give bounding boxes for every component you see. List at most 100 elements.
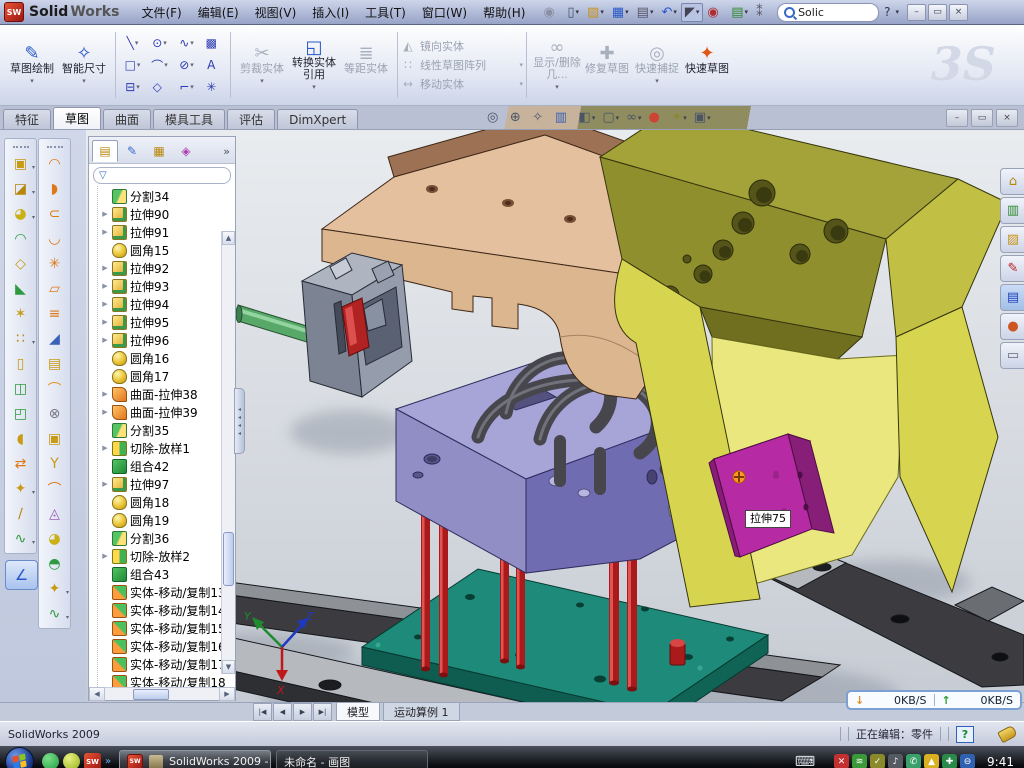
tray-sync-icon[interactable]: ⊖ — [960, 754, 975, 768]
display-style-icon[interactable]: ▢ ▾ — [602, 110, 619, 125]
tray-cert-icon[interactable]: ✓ — [870, 754, 885, 768]
panel-splitter-handle[interactable]: ◂◂◂◂ — [234, 388, 245, 454]
rib-icon[interactable]: ▯ ▾ — [5, 351, 36, 376]
new-document-icon[interactable]: ▯ ▾ — [563, 3, 583, 22]
tree-filter-box[interactable]: ▽ — [93, 167, 231, 184]
view-palette-tab[interactable]: ▤ — [1000, 284, 1024, 311]
move-body-icon[interactable]: ⇄ ▾ — [5, 451, 36, 476]
swept-surface-icon[interactable]: ◠ ▾ — [39, 151, 70, 176]
delete-face-icon[interactable]: ⊗ ▾ — [39, 401, 70, 426]
tab-nav-button[interactable]: ◀ — [273, 703, 292, 721]
offset-surface-icon[interactable]: ≡ ▾ — [39, 301, 70, 326]
doc-close-button[interactable]: × — [996, 109, 1018, 127]
save-icon[interactable]: ▦ ▾ — [608, 3, 633, 22]
tree-item[interactable]: ▶ 实体-移动/复制15 — [101, 619, 235, 637]
tree-item[interactable]: ▶ 拉伸96 — [101, 331, 235, 349]
tree-item[interactable]: ▶ 拉伸91 — [101, 223, 235, 241]
menu-item[interactable]: 视图(V) — [247, 2, 305, 23]
project-curve-icon[interactable]: ⌒ ▾ — [39, 476, 70, 501]
lofted-boss-icon[interactable]: ◇ ▾ — [5, 251, 36, 276]
smart-dimension-button[interactable]: ✧ 智能尺寸 ▾ — [58, 44, 110, 87]
snippet-icon[interactable]: ⁑ ▾ — [752, 3, 771, 22]
app-quicklaunch[interactable] — [63, 753, 80, 768]
tag-icon[interactable] — [997, 725, 1018, 744]
options-icon[interactable]: ▤ ▾ — [727, 3, 752, 22]
menu-item[interactable]: 插入(I) — [304, 2, 357, 23]
zoom-fit-icon[interactable]: ◎ ▾ — [487, 110, 503, 125]
keyboard-layout-icon[interactable]: ⌨ — [795, 754, 815, 768]
help-dropdown-icon[interactable]: ▾ — [895, 8, 899, 16]
point-icon[interactable]: ✦ ▾ — [5, 476, 36, 501]
tree-item[interactable]: ▶ 组合43 — [101, 565, 235, 583]
pin-icon[interactable]: ◉ ▾ — [539, 3, 563, 22]
tree-item[interactable]: ▶ 组合42 — [101, 457, 235, 475]
split-line-icon[interactable]: Y ▾ — [39, 451, 70, 476]
convert-entities-button[interactable]: ◱ 转换实体引用 ▾ — [288, 38, 340, 93]
extruded-boss-icon[interactable]: ▣ ▾ — [5, 151, 36, 176]
dimxpertmanager-tab[interactable]: ◈ — [173, 140, 199, 162]
tree-item[interactable]: ▶ 分割36 — [101, 529, 235, 547]
undo-icon[interactable]: ↶ ▾ — [657, 3, 680, 22]
featuremanager-tab[interactable]: ▤ — [92, 140, 118, 162]
minimize-button[interactable]: – — [907, 4, 926, 21]
panel-overflow-chevron[interactable]: » — [223, 145, 232, 158]
text-tool[interactable]: A ▾ — [200, 54, 227, 76]
trim-entities-button[interactable]: ✂ 剪裁实体 ▾ — [236, 44, 288, 87]
edit-appearance-icon[interactable]: ● ▾ — [649, 110, 665, 125]
ribbon-tab[interactable]: 草图 — [53, 107, 101, 129]
menu-item[interactable]: 文件(F) — [133, 2, 189, 23]
filled-surface-icon[interactable]: ✳ ▾ — [39, 251, 70, 276]
extruded-surface-icon[interactable]: ⊂ ▾ — [39, 201, 70, 226]
linear-sketch-pattern-item[interactable]: ∷ 线性草图阵列 ▾ — [401, 57, 523, 73]
configurationmanager-tab[interactable]: ▦ — [146, 140, 172, 162]
tree-item[interactable]: ▶ 分割34 — [101, 187, 235, 205]
tree-item[interactable]: ▶ 曲面-拉伸38 — [101, 385, 235, 403]
tray-network-icon[interactable]: ✆ — [906, 754, 921, 768]
tray-shield-icon[interactable]: ≋ — [852, 754, 867, 768]
ellipse-tool[interactable]: ⊘ ▾ — [173, 54, 200, 76]
quick-launch-chevron[interactable]: » — [105, 756, 111, 767]
document-view-tab[interactable]: 模型 — [336, 703, 380, 721]
swept-boss-icon[interactable]: ◠ ▾ — [5, 226, 36, 251]
offset-entities-button[interactable]: ≣ 等距实体 ▾ — [340, 44, 392, 87]
point2-icon[interactable]: ✦ ▾ — [39, 576, 70, 601]
display-delete-relations-button[interactable]: ∞ 显示/删除几... ▾ — [532, 38, 582, 93]
ribbon-tab[interactable]: 特征 — [3, 109, 51, 129]
curve-icon[interactable]: ∿ ▾ — [5, 526, 36, 551]
tree-horizontal-scrollbar[interactable]: ◀ ▶ — [89, 687, 235, 700]
intersection-curve-icon[interactable]: ◬ ▾ — [39, 501, 70, 526]
solidworks-quicklaunch[interactable]: SW — [84, 753, 101, 768]
tree-item[interactable]: ▶ 圆角16 — [101, 349, 235, 367]
slot-tool[interactable]: ⊟ ▾ — [119, 76, 146, 98]
ribbon-tab[interactable]: DimXpert — [277, 109, 358, 129]
tree-item[interactable]: ▶ 圆角17 — [101, 367, 235, 385]
replace-face-icon[interactable]: ▣ ▾ — [39, 426, 70, 451]
menu-item[interactable]: 窗口(W) — [414, 2, 475, 23]
ribbon-tab[interactable]: 评估 — [227, 109, 275, 129]
section-view-icon[interactable]: ▥ ▾ — [555, 110, 572, 125]
fillet-icon[interactable]: ◕ ▾ — [5, 201, 36, 226]
freeform-icon[interactable]: ◡ ▾ — [39, 226, 70, 251]
tab-nav-button[interactable]: ▶| — [313, 703, 332, 721]
appearances-tab[interactable]: ● — [1000, 313, 1024, 340]
open-icon[interactable]: ▨ ▾ — [583, 3, 608, 22]
quick-snaps-button[interactable]: ◎ 快速捕捉 ▾ — [632, 44, 682, 87]
move-entities-item[interactable]: ↔ 移动实体 ▾ — [401, 76, 523, 92]
doc-minimize-button[interactable]: – — [946, 109, 968, 127]
tree-item[interactable]: ▶ 曲面-拉伸39 — [101, 403, 235, 421]
taskbar-paint-window[interactable]: SW 未命名 - 画图 — [276, 750, 428, 768]
line-tool[interactable]: ╲ ▾ — [119, 32, 146, 54]
design-library-tab[interactable]: ▥ — [1000, 197, 1024, 224]
tree-vertical-scrollbar[interactable]: ▲ ▼ — [221, 231, 235, 674]
tray-antivirus-icon[interactable]: ✚ — [942, 754, 957, 768]
rectangle-tool[interactable]: □ ▾ — [119, 54, 146, 76]
start-button[interactable] — [5, 747, 34, 768]
quick-tips-help-button[interactable]: ? — [956, 726, 974, 743]
taskbar-clock[interactable]: 9:41 — [987, 755, 1014, 768]
wrap-icon[interactable]: ◖ ▾ — [5, 426, 36, 451]
arc-tool[interactable]: ⌒ ▾ — [146, 54, 173, 76]
restore-button[interactable]: ▭ — [928, 4, 947, 21]
menu-item[interactable]: 编辑(E) — [190, 2, 247, 23]
taskbar-solidworks-window[interactable]: SW SolidWorks 2009 - ... — [119, 750, 271, 768]
tree-item[interactable]: ▶ 拉伸94 — [101, 295, 235, 313]
